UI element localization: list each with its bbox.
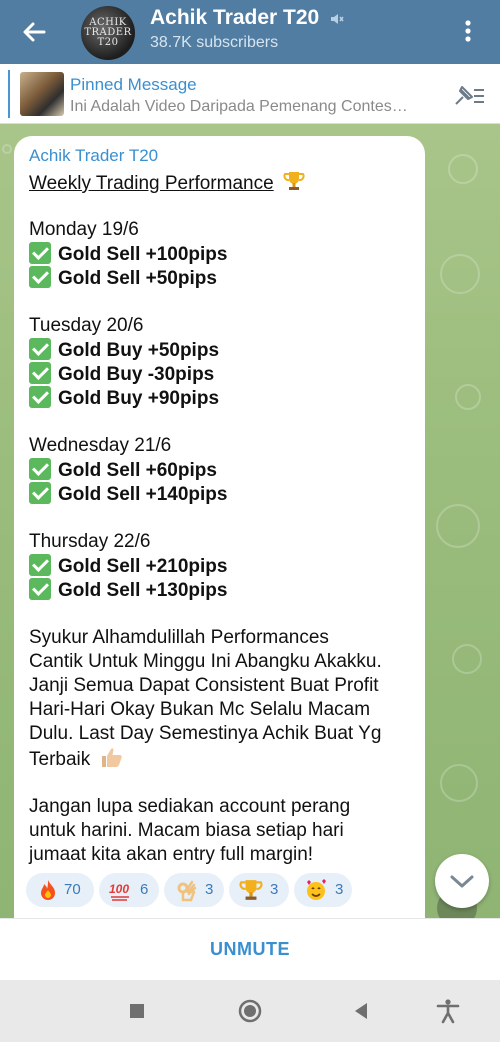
trade-line: Gold Sell +140pips: [29, 482, 227, 507]
svg-text:100: 100: [109, 882, 129, 896]
message-text-line: Cantik Untuk Minggu Ini Abangku Akakku.: [29, 651, 382, 672]
message-text-line: Dulu. Last Day Semestinya Achik Buat Yg: [29, 723, 382, 744]
scroll-down-button[interactable]: [435, 854, 489, 908]
pin-list-icon[interactable]: [452, 82, 486, 108]
message-text-line: Jangan lupa sediakan account perang: [29, 796, 351, 817]
square-icon[interactable]: [124, 998, 150, 1024]
channel-title[interactable]: Achik Trader T20: [150, 6, 319, 30]
message-text-line: Hari-Hari Okay Bukan Mc Selalu Macam: [29, 699, 371, 720]
reaction-fire[interactable]: 70: [26, 873, 94, 907]
accessibility-icon[interactable]: [435, 998, 461, 1024]
message-text-line-last: Terbaik: [29, 746, 124, 772]
reaction-smiling-hearts[interactable]: 3: [294, 873, 352, 907]
avatar-text: ACHIK TRADER T20: [84, 17, 132, 48]
day-label: Monday 19/6: [29, 219, 139, 240]
day-label: Tuesday 20/6: [29, 315, 144, 336]
trade-line: Gold Sell +50pips: [29, 266, 217, 291]
pinned-title: Pinned Message: [70, 75, 197, 94]
fire-icon: [41, 880, 55, 900]
mute-icon: [331, 14, 344, 24]
message-text-line: jumaat kita akan entry full margin!: [29, 844, 314, 865]
reaction-hundred[interactable]: 100 6: [99, 873, 159, 907]
check-mark-icon: [29, 362, 51, 384]
channel-header: ACHIK TRADER T20 Achik Trader T20 38.7K …: [0, 0, 500, 64]
pinned-thumbnail: [20, 72, 64, 116]
trade-line: Gold Sell +60pips: [29, 458, 217, 483]
check-mark-icon: [29, 458, 51, 480]
check-mark-icon: [29, 482, 51, 504]
back-triangle-icon[interactable]: [348, 998, 374, 1024]
trade-line: Gold Sell +130pips: [29, 578, 227, 603]
reaction-count: 6: [140, 881, 149, 898]
system-navigation-bar: [0, 980, 500, 1042]
trade-line: Gold Sell +210pips: [29, 554, 227, 579]
chevron-down-icon: [450, 875, 474, 888]
message-heading-line: Weekly Trading Performance: [29, 170, 305, 196]
trade-line: Gold Sell +100pips: [29, 242, 227, 267]
reaction-ok-hand[interactable]: 3: [164, 873, 224, 907]
day-label: Wednesday 21/6: [29, 435, 172, 456]
subscriber-count: 38.7K subscribers: [150, 34, 279, 51]
message-heading: Weekly Trading Performance: [29, 173, 274, 194]
unmute-button[interactable]: UNMUTE: [0, 939, 500, 960]
smiling-hearts-icon: [307, 879, 326, 900]
check-mark-icon: [29, 386, 51, 408]
trade-line: Gold Buy +90pips: [29, 386, 219, 411]
reaction-count: 3: [335, 881, 344, 898]
pinned-preview: Ini Adalah Video Daripada Pemenang Conte…: [70, 98, 408, 115]
hundred-points-icon: 100: [109, 882, 129, 901]
message-text-line: untuk harini. Macam biasa setiap hari: [29, 820, 344, 841]
check-mark-icon: [29, 578, 51, 600]
trophy-icon: [283, 172, 305, 190]
home-circle-icon[interactable]: [237, 998, 263, 1024]
ok-hand-icon: [177, 880, 197, 902]
check-mark-icon: [29, 338, 51, 360]
check-mark-icon: [29, 554, 51, 576]
check-mark-icon: [29, 266, 51, 288]
message-text-line: Syukur Alhamdulillah Performances: [29, 627, 329, 648]
reaction-count: 3: [205, 881, 214, 898]
trade-line: Gold Buy -30pips: [29, 362, 214, 387]
channel-avatar[interactable]: ACHIK TRADER T20: [81, 6, 135, 60]
more-vert-icon[interactable]: [456, 16, 480, 46]
message-author[interactable]: Achik Trader T20: [29, 146, 158, 166]
trade-line: Gold Buy +50pips: [29, 338, 219, 363]
trophy-icon: [239, 880, 263, 900]
pinned-message-bar[interactable]: Pinned Message Ini Adalah Video Daripada…: [0, 64, 500, 124]
bottom-action-bar: UNMUTE: [0, 918, 500, 980]
reaction-count: 70: [64, 881, 81, 898]
pinned-indicator: [8, 70, 10, 118]
thumbs-up-icon: [101, 748, 122, 767]
message-text-line: Janji Semua Dapat Consistent Buat Profit: [29, 675, 379, 696]
back-arrow-icon[interactable]: [18, 16, 50, 48]
day-label: Thursday 22/6: [29, 531, 151, 552]
reaction-count: 3: [270, 881, 279, 898]
reaction-trophy[interactable]: 3: [229, 873, 289, 907]
check-mark-icon: [29, 242, 51, 264]
